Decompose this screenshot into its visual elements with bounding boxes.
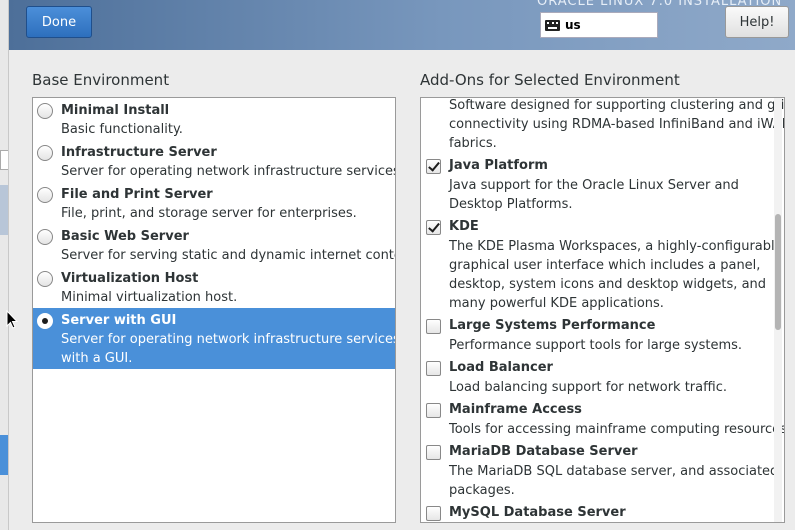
addon-item-load-balancer[interactable]: Load Balancer Load balancing support for… (421, 358, 771, 400)
env-item-desc: Basic functionality. (61, 122, 183, 137)
env-item-desc: with a GUI. (61, 351, 133, 366)
addon-item-mariadb-database-server[interactable]: MariaDB Database Server The MariaDB SQL … (421, 442, 778, 503)
env-item-desc: Server for operating network infrastruct… (61, 164, 396, 179)
addon-desc: Load balancing support for network traff… (449, 380, 727, 395)
checkbox[interactable] (426, 445, 441, 460)
env-item-desc: Server for serving static and dynamic in… (61, 248, 396, 263)
keyboard-layout-indicator[interactable]: us (540, 12, 658, 38)
checkbox[interactable] (426, 361, 441, 376)
addon-desc: The KDE Plasma Workspaces, a highly-conf… (449, 239, 783, 254)
checkbox-checked[interactable] (426, 159, 441, 174)
checkbox[interactable] (426, 506, 441, 521)
done-button[interactable]: Done (26, 6, 92, 38)
env-item-server-with-gui[interactable]: Server with GUI Server for operating net… (33, 308, 395, 369)
radio-button[interactable] (37, 229, 53, 245)
radio-button[interactable] (37, 103, 53, 119)
background-window-strip (0, 0, 9, 530)
addons-list: Software designed for supporting cluster… (420, 97, 785, 523)
addon-desc: graphical user interface which includes … (449, 258, 761, 273)
radio-button[interactable] (37, 187, 53, 203)
mouse-cursor-icon (6, 309, 19, 330)
header-bar: ORACLE LINUX 7.0 INSTALLATION Done us He… (9, 0, 795, 50)
base-environment-list: Minimal Install Basic functionality. Inf… (32, 97, 396, 523)
env-item-name: Minimal Install (61, 103, 170, 118)
env-item-virtualization-host[interactable]: Virtualization Host Minimal virtualizati… (33, 266, 395, 308)
checkbox[interactable] (426, 319, 441, 334)
addon-desc: Software designed for supporting cluster… (449, 98, 785, 113)
env-item-desc: Server for operating network infrastruct… (61, 332, 396, 347)
addon-desc: many powerful KDE applications. (449, 296, 664, 311)
checkbox-checked[interactable] (426, 220, 441, 235)
addon-item-java-platform[interactable]: Java Platform Java support for the Oracl… (421, 156, 771, 216)
background-input (0, 150, 8, 170)
addons-scrollbar[interactable] (774, 98, 782, 522)
addon-name: Mainframe Access (449, 402, 582, 417)
addon-name: Java Platform (449, 158, 548, 173)
checkbox[interactable] (426, 403, 441, 418)
radio-button[interactable] (37, 271, 53, 287)
addon-name: Large Systems Performance (449, 318, 656, 333)
addon-desc: Tools for accessing mainframe computing … (449, 422, 785, 437)
keyboard-layout-label: us (565, 18, 581, 32)
env-item-name: Infrastructure Server (61, 145, 217, 160)
env-item-name: Basic Web Server (61, 229, 189, 244)
help-button[interactable]: Help! (725, 6, 789, 38)
addon-desc: Desktop Platforms. (449, 197, 573, 212)
env-item-minimal-install[interactable]: Minimal Install Basic functionality. (33, 98, 395, 140)
addon-name: MariaDB Database Server (449, 444, 638, 459)
env-item-name: Server with GUI (61, 313, 177, 328)
addon-name: MySQL Database Server (449, 505, 626, 520)
env-item-infrastructure-server[interactable]: Infrastructure Server Server for operati… (33, 140, 395, 182)
scrollbar-thumb[interactable] (775, 214, 781, 330)
env-item-file-and-print-server[interactable]: File and Print Server File, print, and s… (33, 182, 395, 224)
keyboard-icon (545, 19, 560, 31)
addon-name: Load Balancer (449, 360, 553, 375)
env-item-desc: Minimal virtualization host. (61, 290, 238, 305)
addon-item-kde[interactable]: KDE The KDE Plasma Workspaces, a highly-… (421, 217, 783, 316)
addon-desc: packages. (449, 483, 515, 498)
radio-button[interactable] (37, 145, 53, 161)
env-item-desc: File, print, and storage server for ente… (61, 206, 357, 221)
background-panel (0, 185, 8, 235)
addon-item-large-systems-performance[interactable]: Large Systems Performance Performance su… (421, 316, 771, 358)
addon-desc: Performance support tools for large syst… (449, 338, 743, 353)
addon-item-mysql-database-server[interactable]: MySQL Database Server (421, 503, 771, 522)
addon-desc: Java support for the Oracle Linux Server… (449, 178, 739, 193)
env-item-basic-web-server[interactable]: Basic Web Server Server for serving stat… (33, 224, 395, 266)
env-item-name: File and Print Server (61, 187, 213, 202)
addons-title: Add-Ons for Selected Environment (420, 71, 680, 89)
addon-desc: The MariaDB SQL database server, and ass… (449, 464, 779, 479)
addon-item-mainframe-access[interactable]: Mainframe Access Tools for accessing mai… (421, 400, 784, 442)
background-selection (0, 435, 8, 475)
addon-desc: desktop, system icons and desktop widget… (449, 277, 767, 292)
base-environment-title: Base Environment (32, 71, 170, 89)
env-item-name: Virtualization Host (61, 271, 199, 286)
addon-desc: connectivity using RDMA-based InfiniBand… (449, 117, 785, 132)
addon-name: KDE (449, 219, 479, 234)
radio-button-selected[interactable] (37, 313, 53, 329)
addon-desc: fabrics. (449, 136, 497, 151)
